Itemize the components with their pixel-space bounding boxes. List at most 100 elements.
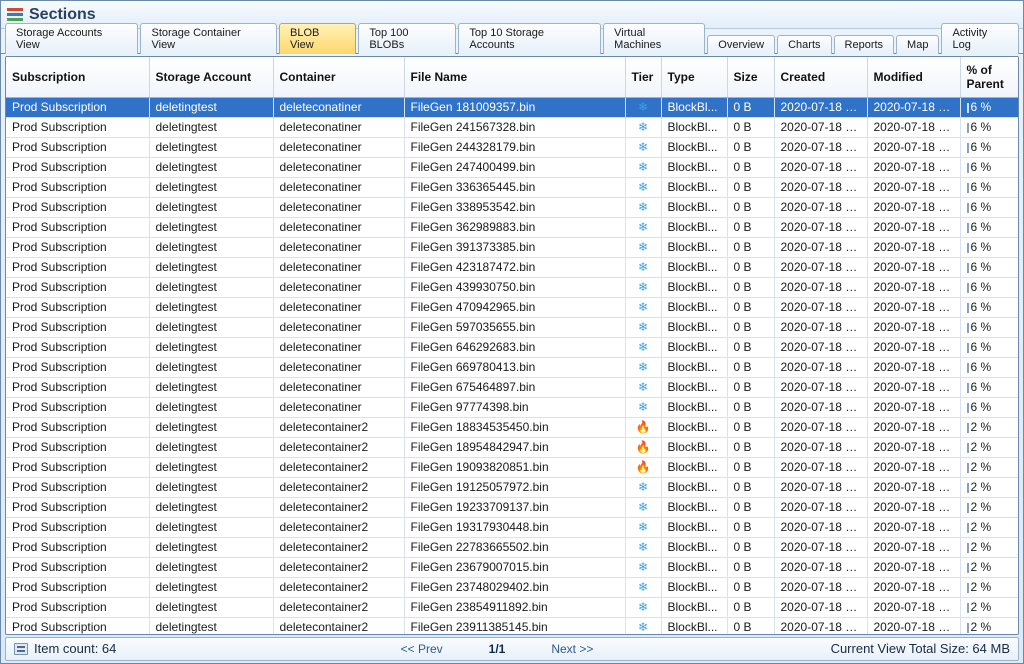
table-row[interactable]: Prod Subscriptiondeletingtestdeleteconat… <box>6 178 1018 198</box>
table-row[interactable]: Prod Subscriptiondeletingtestdeleteconat… <box>6 298 1018 318</box>
cell-modified: 2020-07-18 03:5... <box>867 338 960 358</box>
table-row[interactable]: Prod Subscriptiondeletingtestdeleteconat… <box>6 238 1018 258</box>
tab-map[interactable]: Map <box>896 35 939 54</box>
table-row[interactable]: Prod Subscriptiondeletingtestdeleteconta… <box>6 598 1018 618</box>
cell-tier: ❄ <box>625 238 661 258</box>
cell-type: BlockBl... <box>661 398 727 418</box>
cell-pct: 6 % <box>960 198 1018 218</box>
cell-file: FileGen 241567328.bin <box>404 118 625 138</box>
snowflake-icon: ❄ <box>638 341 648 353</box>
cell-account: deletingtest <box>149 158 273 178</box>
cell-tier: ❄ <box>625 118 661 138</box>
pct-bar-icon <box>967 323 969 333</box>
cell-tier: ❄ <box>625 318 661 338</box>
pct-value: 2 % <box>971 460 992 475</box>
tab-overview[interactable]: Overview <box>707 35 775 54</box>
col-container[interactable]: Container <box>273 57 404 98</box>
cell-size: 0 B <box>727 258 774 278</box>
table-row[interactable]: Prod Subscriptiondeletingtestdeleteconat… <box>6 198 1018 218</box>
tab-blob-view[interactable]: BLOB View <box>279 23 356 54</box>
table-row[interactable]: Prod Subscriptiondeletingtestdeleteconat… <box>6 338 1018 358</box>
table-row[interactable]: Prod Subscriptiondeletingtestdeleteconta… <box>6 478 1018 498</box>
cell-modified: 2020-07-18 03:5... <box>867 238 960 258</box>
cell-container: deletecontainer2 <box>273 618 404 634</box>
table-row[interactable]: Prod Subscriptiondeletingtestdeleteconat… <box>6 118 1018 138</box>
table-row[interactable]: Prod Subscriptiondeletingtestdeleteconta… <box>6 498 1018 518</box>
pct-value: 2 % <box>971 560 992 575</box>
cell-size: 0 B <box>727 498 774 518</box>
col-subscription[interactable]: Subscription <box>6 57 149 98</box>
cell-tier: ❄ <box>625 378 661 398</box>
cell-pct: 6 % <box>960 238 1018 258</box>
col-modified[interactable]: Modified <box>867 57 960 98</box>
tab-reports[interactable]: Reports <box>834 35 895 54</box>
cell-pct: 2 % <box>960 578 1018 598</box>
table-row[interactable]: Prod Subscriptiondeletingtestdeleteconta… <box>6 578 1018 598</box>
cell-subscription: Prod Subscription <box>6 578 149 598</box>
cell-type: BlockBl... <box>661 558 727 578</box>
cell-type: BlockBl... <box>661 318 727 338</box>
prev-page-button[interactable]: << Prev <box>395 640 449 658</box>
col-file[interactable]: File Name <box>404 57 625 98</box>
cell-account: deletingtest <box>149 598 273 618</box>
cell-created: 2020-07-18 03:5... <box>774 178 867 198</box>
snowflake-icon: ❄ <box>638 581 648 593</box>
table-row[interactable]: Prod Subscriptiondeletingtestdeleteconta… <box>6 618 1018 634</box>
table-row[interactable]: Prod Subscriptiondeletingtestdeleteconat… <box>6 158 1018 178</box>
snowflake-icon: ❄ <box>638 381 648 393</box>
pct-bar-icon <box>967 423 969 433</box>
col-pct[interactable]: % of Parent <box>960 57 1018 98</box>
tab-storage-accounts-view[interactable]: Storage Accounts View <box>5 23 138 54</box>
table-row[interactable]: Prod Subscriptiondeletingtestdeleteconat… <box>6 138 1018 158</box>
col-type[interactable]: Type <box>661 57 727 98</box>
col-account[interactable]: Storage Account <box>149 57 273 98</box>
next-page-button[interactable]: Next >> <box>545 640 599 658</box>
cell-account: deletingtest <box>149 378 273 398</box>
cell-subscription: Prod Subscription <box>6 458 149 478</box>
table-row[interactable]: Prod Subscriptiondeletingtestdeleteconat… <box>6 358 1018 378</box>
tab-virtual-machines[interactable]: Virtual Machines <box>603 23 705 54</box>
table-row[interactable]: Prod Subscriptiondeletingtestdeleteconta… <box>6 538 1018 558</box>
cell-modified: 2020-07-18 03:5... <box>867 178 960 198</box>
cell-pct: 2 % <box>960 438 1018 458</box>
cell-type: BlockBl... <box>661 158 727 178</box>
tab-top-100-blobs[interactable]: Top 100 BLOBs <box>358 23 456 54</box>
snowflake-icon: ❄ <box>638 521 648 533</box>
cell-container: deleteconatiner <box>273 298 404 318</box>
col-tier[interactable]: Tier <box>625 57 661 98</box>
cell-pct: 6 % <box>960 158 1018 178</box>
blob-table: Subscription Storage Account Container F… <box>6 57 1018 633</box>
cell-created: 2020-07-18 03:5... <box>774 618 867 634</box>
cell-file: FileGen 19317930448.bin <box>404 518 625 538</box>
col-size[interactable]: Size <box>727 57 774 98</box>
pct-bar-icon <box>967 623 969 633</box>
table-row[interactable]: Prod Subscriptiondeletingtestdeleteconat… <box>6 318 1018 338</box>
cell-account: deletingtest <box>149 618 273 634</box>
grid-scroll[interactable]: Subscription Storage Account Container F… <box>6 57 1018 633</box>
cell-subscription: Prod Subscription <box>6 178 149 198</box>
cell-account: deletingtest <box>149 258 273 278</box>
cell-modified: 2020-07-18 03:5... <box>867 318 960 338</box>
table-row[interactable]: Prod Subscriptiondeletingtestdeleteconat… <box>6 278 1018 298</box>
table-row[interactable]: Prod Subscriptiondeletingtestdeleteconat… <box>6 398 1018 418</box>
tab-activity-log[interactable]: Activity Log <box>941 23 1019 54</box>
pct-value: 6 % <box>971 240 992 255</box>
cell-size: 0 B <box>727 338 774 358</box>
cell-created: 2020-07-18 03:5... <box>774 118 867 138</box>
table-row[interactable]: Prod Subscriptiondeletingtestdeleteconat… <box>6 218 1018 238</box>
table-row[interactable]: Prod Subscriptiondeletingtestdeleteconat… <box>6 378 1018 398</box>
tab-top-10-storage-accounts[interactable]: Top 10 Storage Accounts <box>458 23 601 54</box>
table-row[interactable]: Prod Subscriptiondeletingtestdeleteconta… <box>6 518 1018 538</box>
col-created[interactable]: Created <box>774 57 867 98</box>
table-row[interactable]: Prod Subscriptiondeletingtestdeleteconta… <box>6 438 1018 458</box>
tab-charts[interactable]: Charts <box>777 35 831 54</box>
cell-container: deleteconatiner <box>273 138 404 158</box>
table-row[interactable]: Prod Subscriptiondeletingtestdeleteconat… <box>6 98 1018 118</box>
cell-created: 2020-07-18 03:5... <box>774 398 867 418</box>
table-row[interactable]: Prod Subscriptiondeletingtestdeleteconat… <box>6 258 1018 278</box>
table-row[interactable]: Prod Subscriptiondeletingtestdeleteconta… <box>6 418 1018 438</box>
tab-storage-container-view[interactable]: Storage Container View <box>140 23 277 54</box>
table-row[interactable]: Prod Subscriptiondeletingtestdeleteconta… <box>6 458 1018 478</box>
table-row[interactable]: Prod Subscriptiondeletingtestdeleteconta… <box>6 558 1018 578</box>
snowflake-icon: ❄ <box>638 161 648 173</box>
